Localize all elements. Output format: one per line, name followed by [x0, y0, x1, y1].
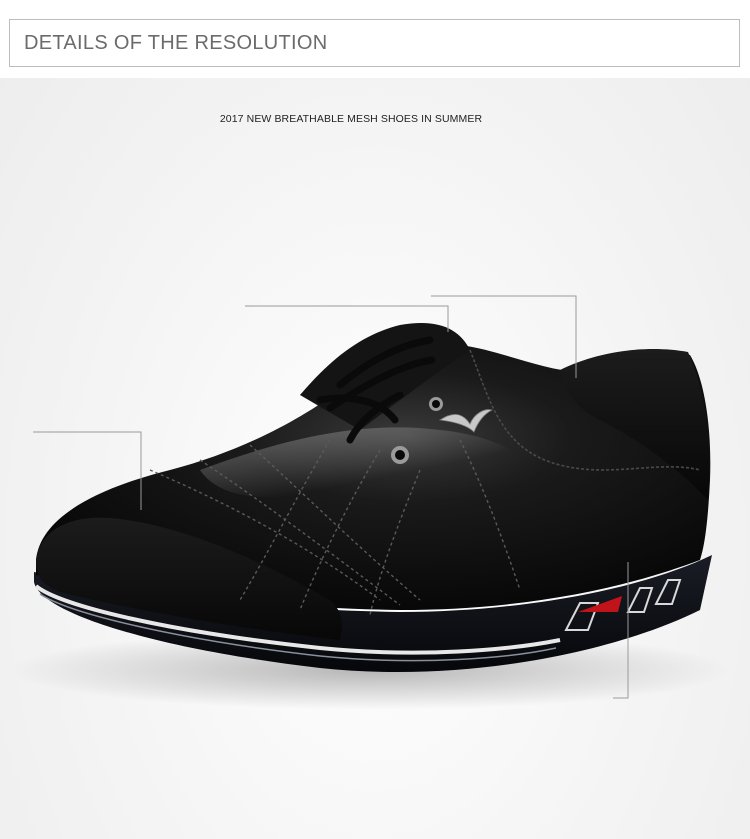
callout-line-sole [613, 562, 629, 699]
product-detail-panel: DETAILS OF THE RESOLUTION 2017 NEW BREAT… [0, 0, 750, 839]
callout-line-lacing [245, 305, 449, 332]
callout-line-toe [33, 431, 142, 510]
callout-lines [33, 295, 629, 699]
callout-line-collar [431, 295, 577, 378]
